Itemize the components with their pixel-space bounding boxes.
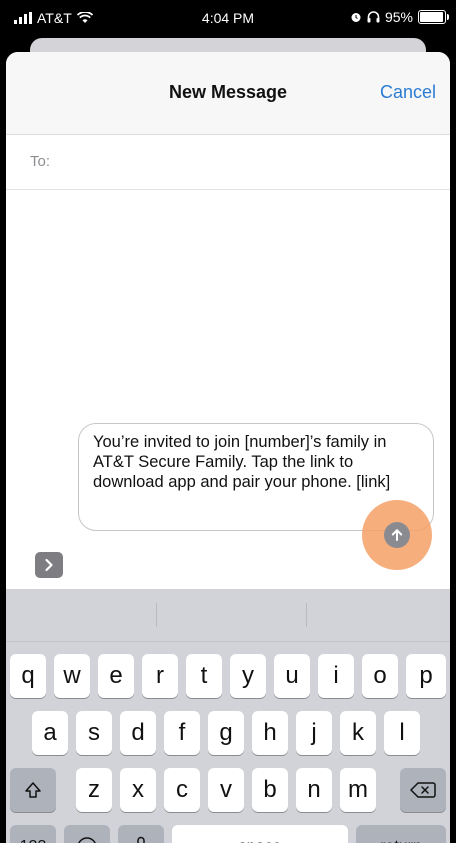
headphones-icon — [367, 11, 380, 23]
arrow-up-icon — [391, 529, 403, 541]
status-bar: AT&T 4:04 PM 95% — [0, 0, 456, 36]
new-message-sheet: New Message Cancel To: You’re invited to… — [6, 52, 450, 843]
key-u[interactable]: u — [274, 654, 310, 698]
key-w[interactable]: w — [54, 654, 90, 698]
return-key[interactable]: return — [356, 825, 446, 843]
delete-icon — [410, 782, 436, 798]
emoji-key[interactable] — [64, 825, 110, 843]
cancel-button[interactable]: Cancel — [380, 82, 436, 103]
key-h[interactable]: h — [252, 711, 288, 755]
navigation-bar: New Message Cancel — [6, 52, 450, 135]
emoji-icon — [78, 837, 96, 843]
key-s[interactable]: s — [76, 711, 112, 755]
dictation-key[interactable] — [118, 825, 164, 843]
key-k[interactable]: k — [340, 711, 376, 755]
status-right: 95% — [350, 9, 449, 25]
recipient-field[interactable]: To: — [6, 135, 450, 190]
suggestion-divider — [306, 603, 307, 627]
key-v[interactable]: v — [208, 768, 244, 812]
key-m[interactable]: m — [340, 768, 376, 812]
suggestion-divider — [156, 603, 157, 627]
shift-key[interactable] — [10, 768, 56, 812]
key-p[interactable]: p — [406, 654, 446, 698]
battery-icon — [418, 10, 449, 24]
key-n[interactable]: n — [296, 768, 332, 812]
key-o[interactable]: o — [362, 654, 398, 698]
space-key[interactable]: space — [172, 825, 348, 843]
key-b[interactable]: b — [252, 768, 288, 812]
key-z[interactable]: z — [76, 768, 112, 812]
keyboard: q w e r t y u i o p a s d f g h j k l z … — [6, 589, 450, 843]
recipient-label: To: — [30, 153, 51, 170]
key-j[interactable]: j — [296, 711, 332, 755]
battery-percent: 95% — [384, 9, 413, 25]
numbers-key[interactable]: 123 — [10, 825, 56, 843]
microphone-icon — [137, 836, 145, 843]
key-r[interactable]: r — [142, 654, 178, 698]
chevron-right-icon — [45, 558, 53, 572]
battery-fill — [420, 12, 443, 22]
key-g[interactable]: g — [208, 711, 244, 755]
shift-icon — [25, 782, 41, 798]
alarm-icon — [351, 13, 361, 22]
delete-key[interactable] — [400, 768, 446, 812]
message-text: You’re invited to join [number]’s family… — [93, 433, 391, 491]
key-i[interactable]: i — [318, 654, 354, 698]
key-d[interactable]: d — [120, 711, 156, 755]
apps-expand-button[interactable] — [35, 552, 63, 578]
key-f[interactable]: f — [164, 711, 200, 755]
key-y[interactable]: y — [230, 654, 266, 698]
key-t[interactable]: t — [186, 654, 222, 698]
key-x[interactable]: x — [120, 768, 156, 812]
send-button[interactable] — [384, 522, 410, 548]
key-l[interactable]: l — [384, 711, 420, 755]
key-a[interactable]: a — [32, 711, 68, 755]
key-e[interactable]: e — [98, 654, 134, 698]
key-c[interactable]: c — [164, 768, 200, 812]
key-q[interactable]: q — [10, 654, 46, 698]
suggestion-bar — [6, 589, 450, 642]
